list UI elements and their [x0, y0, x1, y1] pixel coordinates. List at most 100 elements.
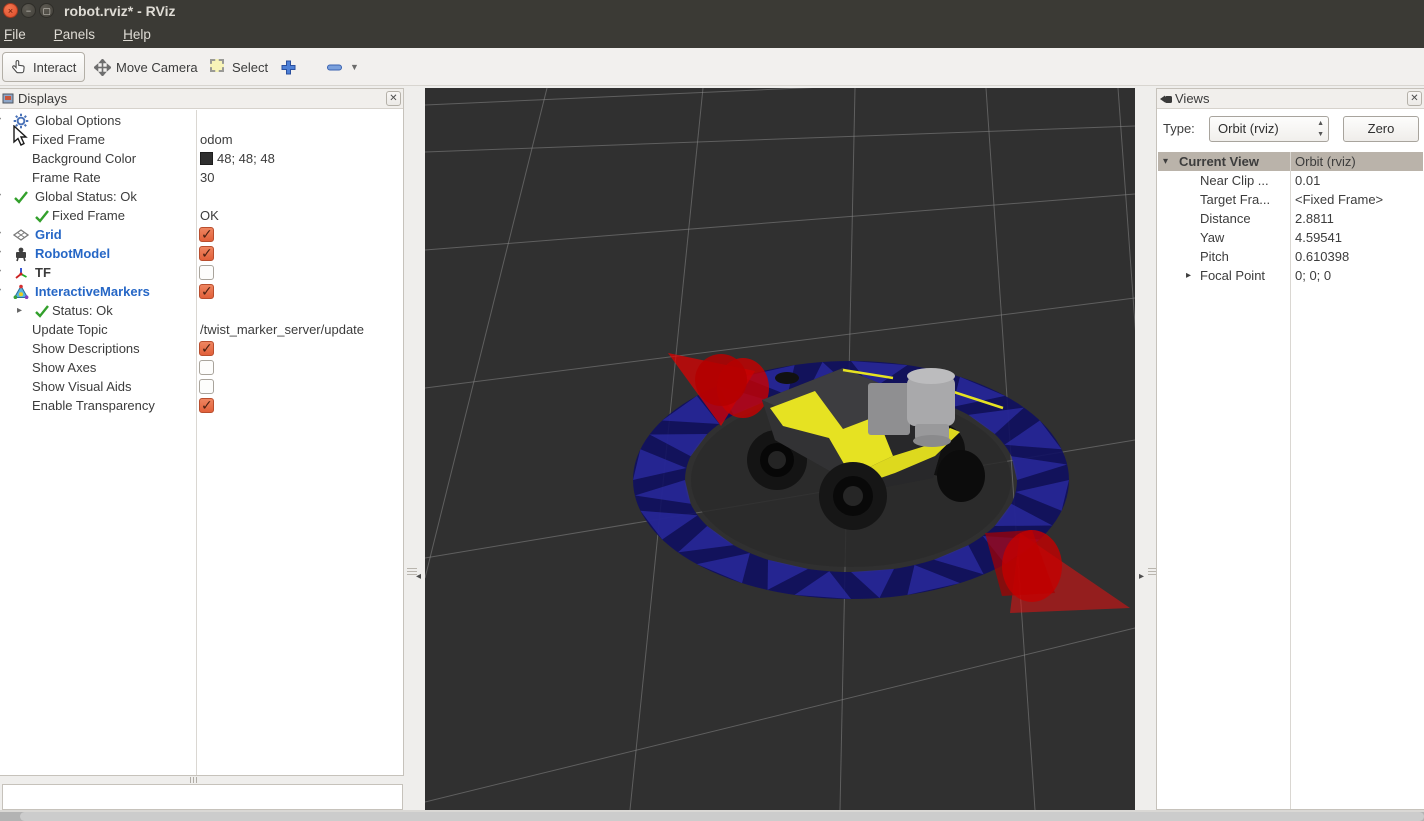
views-row-value[interactable]: 4.59541 [1295, 228, 1342, 247]
window-title: robot.rviz* - RViz [64, 3, 176, 19]
hand-icon [11, 59, 28, 76]
tree-row-label: Fixed Frame [52, 208, 125, 223]
move-camera-label: Move Camera [116, 59, 198, 75]
tree-row-update-topic[interactable]: Update Topic/twist_marker_server/update [0, 320, 403, 339]
tree-row-value[interactable]: OK [200, 206, 219, 225]
interact-button[interactable]: Interact [2, 52, 86, 82]
zero-button[interactable]: Zero [1343, 116, 1419, 142]
tree-row-enable-transparency[interactable]: Enable Transparency [0, 396, 403, 415]
menu-item-file[interactable]: File [0, 22, 36, 47]
tree-row-label: Show Visual Aids [32, 379, 132, 394]
views-row-value[interactable]: <Fixed Frame> [1295, 190, 1383, 209]
tree-row-label: Frame Rate [32, 170, 101, 185]
tf-icon [15, 268, 27, 279]
displays-panel-header[interactable]: Displays ✕ [0, 89, 403, 109]
select-box-icon [210, 58, 227, 76]
window-minimize-button[interactable]: − [21, 3, 36, 18]
tree-row-global-options[interactable]: ▾ Global Options [0, 111, 403, 130]
displays-bottom-splitter[interactable] [0, 776, 405, 784]
tree-row-show-axes[interactable]: Show Axes [0, 358, 403, 377]
tree-row-value[interactable]: 30 [200, 168, 214, 187]
bottom-scrollbar[interactable] [0, 812, 1424, 821]
menu-item-help[interactable]: Help [119, 22, 161, 47]
views-row-value[interactable]: 0.610398 [1295, 247, 1349, 266]
expander-icon[interactable]: ▾ [0, 263, 1, 282]
views-row-label: Focal Point [1200, 268, 1266, 283]
checkbox-grid[interactable] [199, 225, 214, 244]
displays-panel: Displays ✕ ▾ Global Options Fixed Frame odo… [0, 88, 404, 776]
checkbox-tf[interactable] [199, 265, 214, 280]
tree-row-interactive-markers[interactable]: ▾ InteractiveMarkers [0, 282, 403, 301]
tree-row-show-descriptions[interactable]: Show Descriptions [0, 339, 403, 358]
checkbox-show-visual-aids[interactable] [199, 379, 214, 394]
window-maximize-button[interactable]: ▢ [39, 3, 54, 18]
tree-row-value[interactable]: /twist_marker_server/update [200, 320, 364, 339]
tree-row-show-visual-aids[interactable]: Show Visual Aids [0, 377, 403, 396]
views-column-divider[interactable] [1290, 152, 1291, 809]
tree-row-value[interactable]: 48; 48; 48 [200, 149, 275, 168]
views-row-value[interactable]: 2.8811 [1295, 209, 1334, 228]
tree-row-label: Show Axes [32, 360, 97, 375]
scrollbar-thumb[interactable] [20, 812, 1424, 821]
tree-row-label: Update Topic [32, 322, 108, 337]
titlebar[interactable]: × − ▢ robot.rviz* - RViz [0, 0, 1424, 22]
view-type-label: Type: [1163, 121, 1195, 136]
tree-row-value[interactable]: odom [200, 130, 233, 149]
tree-row-label: Enable Transparency [32, 398, 155, 413]
tree-row-tf[interactable]: ▾ TF [0, 263, 403, 282]
left-panel-splitter[interactable]: ◂ [405, 88, 425, 810]
dropdown-spinner-icon[interactable]: ▲ ▼ [1317, 118, 1324, 140]
views-row-value[interactable]: 0.01 [1295, 171, 1320, 190]
tree-row-global-status[interactable]: ▾ Global Status: Ok [0, 187, 403, 206]
expander-icon[interactable]: ▾ [0, 225, 1, 244]
select-button[interactable]: Select [202, 52, 276, 82]
expander-icon[interactable]: ▾ [0, 244, 1, 263]
tree-row-background-color[interactable]: Background Color 48; 48; 48 [0, 149, 403, 168]
tree-row-fixed-frame[interactable]: Fixed Frame odom [0, 130, 403, 149]
lower-left-panel [2, 784, 403, 810]
views-panel-title: Views [1175, 91, 1210, 106]
tree-row-frame-rate[interactable]: Frame Rate 30 [0, 168, 403, 187]
focus-camera-button[interactable] [272, 52, 305, 82]
tree-row-im-status[interactable]: ▸ Status: Ok [0, 301, 403, 320]
displays-column-divider[interactable] [196, 110, 197, 775]
expander-icon[interactable]: ▾ [1163, 152, 1168, 171]
expander-icon[interactable]: ▾ [0, 282, 1, 301]
collapse-left-panel-icon[interactable]: ◂ [416, 571, 421, 582]
chevron-down-icon[interactable]: ▼ [350, 62, 359, 72]
tree-row-robot-model[interactable]: ▾ RobotModel [0, 244, 403, 263]
checkbox-robot-model[interactable] [199, 244, 214, 263]
select-label: Select [232, 59, 269, 75]
views-panel-close-icon[interactable]: ✕ [1407, 91, 1422, 106]
tree-row-fixed-frame-status[interactable]: Fixed Frame OK [0, 206, 403, 225]
3d-viewport[interactable] [425, 88, 1135, 810]
measure-button[interactable]: ▼ [318, 52, 367, 82]
views-row-label: Pitch [1200, 249, 1229, 264]
tree-row-label: TF [35, 265, 51, 280]
robot-icon [16, 247, 26, 262]
rviz-window: { "window": { "title": "robot.rviz* - RV… [0, 0, 1424, 821]
minus-icon [326, 59, 343, 76]
views-panel-header[interactable]: Views ✕ [1157, 89, 1424, 109]
checkbox-interactive-markers[interactable] [199, 282, 214, 301]
expander-icon[interactable]: ▸ [17, 301, 22, 320]
views-row-value[interactable]: 0; 0; 0 [1295, 266, 1331, 285]
window-close-button[interactable]: × [3, 3, 18, 18]
tree-row-label: Global Options [35, 113, 121, 128]
checkbox-enable-transparency[interactable] [199, 396, 214, 415]
menu-item-panels[interactable]: Panels [50, 22, 105, 47]
expander-icon[interactable]: ▾ [0, 187, 1, 206]
tree-row-label: Global Status: Ok [35, 189, 137, 204]
tree-row-grid[interactable]: ▾ Grid [0, 225, 403, 244]
expander-icon[interactable]: ▾ [0, 111, 1, 130]
right-panel-splitter[interactable]: ▸ [1135, 88, 1158, 810]
color-swatch [200, 152, 213, 165]
checkbox-show-axes[interactable] [199, 360, 214, 375]
checkbox-show-descriptions[interactable] [199, 339, 214, 358]
displays-panel-close-icon[interactable]: ✕ [386, 91, 401, 106]
expander-icon[interactable]: ▸ [1186, 266, 1191, 285]
expand-right-panel-icon[interactable]: ▸ [1139, 571, 1144, 582]
move-camera-button[interactable]: Move Camera [86, 52, 206, 82]
view-type-dropdown[interactable]: Orbit (rviz) ▲ ▼ [1209, 116, 1329, 142]
views-row-value[interactable]: Orbit (rviz) [1295, 152, 1356, 171]
